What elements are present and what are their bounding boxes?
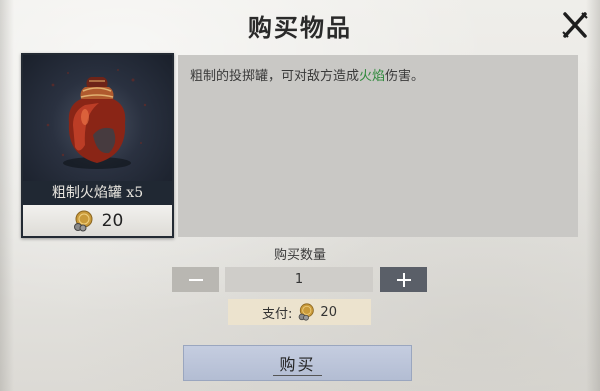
item-card: 粗制火焰罐 x5 20: [21, 53, 174, 238]
buy-button[interactable]: 购买: [183, 345, 412, 381]
gold-coin-icon: [73, 210, 93, 231]
item-name: 粗制火焰罐 x5: [23, 181, 172, 205]
payment-label: 支付:: [262, 306, 293, 322]
description-prefix: 粗制的投掷罐，可对敌方造成: [190, 69, 360, 84]
decrease-quantity-button[interactable]: [172, 267, 219, 292]
payment-summary: 支付: 20: [228, 299, 371, 325]
payment-amount: 20: [320, 304, 337, 320]
close-x-icon: [562, 12, 588, 38]
paper-edge-left: [0, 0, 14, 391]
item-price: 20: [23, 205, 172, 236]
gold-coin-icon: [299, 303, 315, 321]
minus-icon: [188, 278, 203, 281]
close-button[interactable]: [560, 10, 590, 40]
description-highlight: 火焰: [359, 69, 386, 84]
item-price-value: 20: [101, 210, 124, 231]
fire-pot-icon: [46, 69, 147, 169]
plus-icon-vertical: [402, 272, 405, 287]
quantity-input[interactable]: 1: [225, 267, 373, 292]
dialog-title: 购买物品: [248, 13, 352, 42]
item-description: 粗制的投掷罐，可对敌方造成火焰伤害。: [190, 65, 424, 84]
item-image: [23, 55, 172, 181]
buy-button-label: 购买: [273, 351, 322, 376]
increase-quantity-button[interactable]: [380, 267, 427, 292]
description-panel: 粗制的投掷罐，可对敌方造成火焰伤害。: [178, 55, 578, 237]
quantity-label: 购买数量: [273, 248, 326, 263]
paper-edge-right: [586, 0, 600, 391]
description-suffix: 伤害。: [385, 69, 425, 84]
